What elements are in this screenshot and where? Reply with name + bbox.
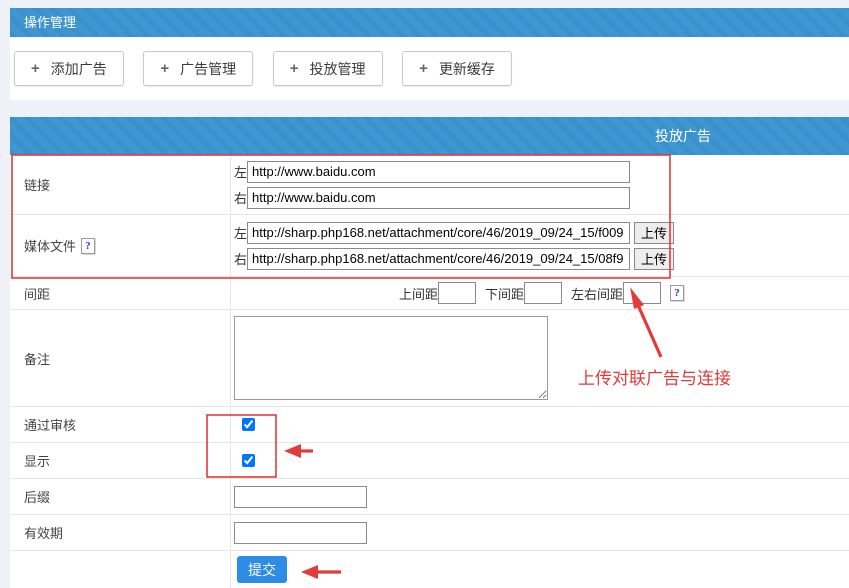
suffix-label: 后缀 bbox=[10, 479, 230, 514]
media-file-field: 左 上传 右 上传 bbox=[230, 215, 849, 276]
left-prefix-label: 左 bbox=[234, 162, 247, 181]
ad-management-label: 广告管理 bbox=[180, 59, 236, 79]
approve-label: 通过审核 bbox=[10, 407, 230, 442]
right-prefix-label: 右 bbox=[234, 188, 247, 207]
display-field bbox=[230, 443, 849, 478]
lr-spacing-input[interactable] bbox=[623, 282, 661, 304]
bottom-spacing-label: 下间距 bbox=[485, 284, 524, 303]
submit-button[interactable]: 提交 bbox=[237, 556, 287, 583]
operation-management-title: 操作管理 bbox=[24, 15, 76, 30]
toolbar: + 添加广告 + 广告管理 + 投放管理 + 更新缓存 bbox=[10, 37, 849, 100]
page-content: 操作管理 + 添加广告 + 广告管理 + 投放管理 + 更新缓存 投放广告 链接 bbox=[10, 8, 849, 588]
placement-management-button[interactable]: + 投放管理 bbox=[273, 51, 383, 86]
right-prefix-label: 右 bbox=[234, 249, 247, 268]
media-file-row: 媒体文件 ? 左 上传 右 上传 bbox=[10, 215, 849, 277]
placement-management-label: 投放管理 bbox=[310, 59, 366, 79]
form-header: 投放广告 bbox=[10, 117, 849, 155]
upload-right-button[interactable]: 上传 bbox=[634, 248, 674, 270]
refresh-cache-label: 更新缓存 bbox=[439, 59, 495, 79]
bottom-spacing-input[interactable] bbox=[524, 282, 562, 304]
submit-field: 提交 bbox=[230, 551, 849, 588]
lr-spacing-label: 左右间距 bbox=[571, 284, 623, 303]
ad-management-button[interactable]: + 广告管理 bbox=[143, 51, 253, 86]
media-file-label-cell: 媒体文件 ? bbox=[10, 215, 230, 276]
spacing-field: 上间距 下间距 左右间距 ? bbox=[230, 277, 849, 309]
suffix-row: 后缀 bbox=[10, 479, 849, 515]
add-ad-button[interactable]: + 添加广告 bbox=[14, 51, 124, 86]
refresh-cache-button[interactable]: + 更新缓存 bbox=[402, 51, 512, 86]
top-spacing-label: 上间距 bbox=[399, 284, 438, 303]
remark-field bbox=[230, 310, 849, 406]
media-right-input[interactable] bbox=[247, 248, 630, 270]
plus-icon: + bbox=[419, 61, 428, 76]
plus-icon: + bbox=[160, 61, 169, 76]
plus-icon: + bbox=[290, 61, 299, 76]
spacing-row: 间距 上间距 下间距 左右间距 ? bbox=[10, 277, 849, 310]
help-icon[interactable]: ? bbox=[81, 238, 95, 254]
plus-icon: + bbox=[31, 61, 40, 76]
approve-checkbox[interactable] bbox=[242, 418, 255, 431]
media-left-input[interactable] bbox=[247, 222, 630, 244]
display-checkbox[interactable] bbox=[242, 454, 255, 467]
approve-row: 通过审核 bbox=[10, 407, 849, 443]
link-label: 链接 bbox=[10, 155, 230, 214]
left-prefix-label: 左 bbox=[234, 223, 247, 242]
validity-row: 有效期 bbox=[10, 515, 849, 551]
upload-left-button[interactable]: 上传 bbox=[634, 222, 674, 244]
suffix-input[interactable] bbox=[234, 486, 367, 508]
link-row: 链接 左 右 bbox=[10, 155, 849, 215]
placement-ad-form: 投放广告 链接 左 右 媒体文件 ? bbox=[10, 117, 849, 588]
approve-field bbox=[230, 407, 849, 442]
add-ad-label: 添加广告 bbox=[51, 59, 107, 79]
remark-label: 备注 bbox=[10, 310, 230, 406]
remark-row: 备注 bbox=[10, 310, 849, 407]
media-file-label: 媒体文件 bbox=[24, 236, 76, 255]
submit-row-spacer bbox=[10, 551, 230, 588]
link-left-input[interactable] bbox=[247, 161, 630, 183]
top-spacing-input[interactable] bbox=[438, 282, 476, 304]
link-right-input[interactable] bbox=[247, 187, 630, 209]
display-row: 显示 bbox=[10, 443, 849, 479]
operation-management-header: 操作管理 bbox=[10, 8, 849, 37]
form-title: 投放广告 bbox=[655, 128, 711, 144]
suffix-field bbox=[230, 479, 849, 514]
help-icon[interactable]: ? bbox=[670, 285, 684, 301]
validity-field bbox=[230, 515, 849, 550]
validity-input[interactable] bbox=[234, 522, 367, 544]
link-field: 左 右 bbox=[230, 155, 849, 214]
validity-label: 有效期 bbox=[10, 515, 230, 550]
submit-row: 提交 bbox=[10, 551, 849, 588]
remark-textarea[interactable] bbox=[234, 316, 548, 400]
spacing-label: 间距 bbox=[10, 277, 230, 309]
display-label: 显示 bbox=[10, 443, 230, 478]
